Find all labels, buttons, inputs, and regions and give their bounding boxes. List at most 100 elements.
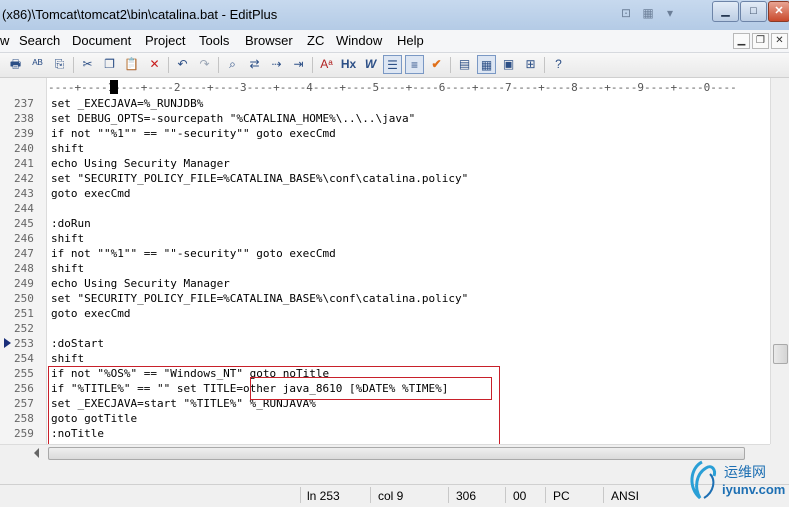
line-number: 250 bbox=[14, 292, 34, 305]
goto-line-icon[interactable]: ⇥ bbox=[289, 55, 308, 74]
code-line[interactable]: 242 set "SECURITY_POLICY_FILE=%CATALINA_B… bbox=[0, 171, 770, 186]
code-line[interactable]: 249 echo Using Security Manager bbox=[0, 276, 770, 291]
close-button[interactable]: ✕ bbox=[768, 1, 789, 22]
code-line[interactable]: 237 set _EXECJAVA=%_RUNJDB% bbox=[0, 96, 770, 111]
scroll-left-icon[interactable] bbox=[34, 448, 39, 458]
dropdown-icon[interactable]: ▾ bbox=[662, 6, 678, 20]
code-line[interactable]: 244 bbox=[0, 201, 770, 216]
ruler-cursor-marker bbox=[110, 80, 118, 94]
line-number: 238 bbox=[14, 112, 34, 125]
status-column: col 9 bbox=[378, 489, 404, 503]
line-number: 251 bbox=[14, 307, 34, 320]
menu-project[interactable]: Project bbox=[145, 33, 185, 48]
sort-icon[interactable]: ≡ bbox=[405, 55, 424, 74]
menu-search[interactable]: Search bbox=[19, 33, 60, 48]
browser-icon[interactable]: ▣ bbox=[499, 55, 518, 74]
bookmark-icon[interactable] bbox=[4, 338, 11, 348]
code-text: if "%TITLE%" == "" set TITLE=other java_… bbox=[51, 382, 449, 395]
line-number: 253 bbox=[14, 337, 34, 350]
paste-icon[interactable]: 📋 bbox=[122, 55, 141, 74]
font-icon[interactable]: Aᵃ bbox=[317, 55, 336, 74]
copy-icon[interactable]: ❐ bbox=[100, 55, 119, 74]
line-number: 255 bbox=[14, 367, 34, 380]
menu-window[interactable]: Window bbox=[336, 33, 382, 48]
cut-icon[interactable]: ✂ bbox=[78, 55, 97, 74]
grid-icon[interactable]: ▦ bbox=[640, 6, 656, 20]
replace-icon[interactable]: ⇄ bbox=[245, 55, 264, 74]
pin-icon[interactable]: ⊡ bbox=[618, 6, 634, 20]
line-number: 248 bbox=[14, 262, 34, 275]
code-line[interactable]: 247 if not ""%1"" == ""-security"" goto e… bbox=[0, 246, 770, 261]
menu-help[interactable]: Help bbox=[397, 33, 424, 48]
code-text: :doRun bbox=[51, 217, 91, 230]
code-text: echo Using Security Manager bbox=[51, 277, 230, 290]
code-line[interactable]: 239 if not ""%1"" == ""-security"" goto e… bbox=[0, 126, 770, 141]
hex-icon[interactable]: Hx bbox=[339, 55, 358, 74]
doc-close-button[interactable]: ✕ bbox=[771, 33, 788, 49]
code-line[interactable]: 238 set DEBUG_OPTS=-sourcepath "%CATALINA… bbox=[0, 111, 770, 126]
code-line[interactable]: 248 shift bbox=[0, 261, 770, 276]
code-line[interactable]: 256 if "%TITLE%" == "" set TITLE=other ja… bbox=[0, 381, 770, 396]
code-line[interactable]: 246 shift bbox=[0, 231, 770, 246]
line-number: 240 bbox=[14, 142, 34, 155]
code-line[interactable]: 243 goto execCmd bbox=[0, 186, 770, 201]
help-icon[interactable]: ? bbox=[549, 55, 568, 74]
watermark-text-cn: 运维网 bbox=[724, 464, 766, 480]
code-line[interactable]: 258 goto gotTitle bbox=[0, 411, 770, 426]
doc-restore-button[interactable]: ❐ bbox=[752, 33, 769, 49]
code-text: goto gotTitle bbox=[51, 412, 138, 425]
spellcheck-icon[interactable]: ᴬᴮ bbox=[28, 55, 47, 74]
line-number: 243 bbox=[14, 187, 34, 200]
check-icon[interactable]: ✔ bbox=[427, 55, 446, 74]
status-char-code: 00 bbox=[513, 489, 527, 503]
horizontal-scroll-thumb[interactable] bbox=[48, 447, 745, 460]
menu-browser[interactable]: Browser bbox=[245, 33, 293, 48]
code-line[interactable]: 259:noTitle bbox=[0, 426, 770, 441]
toolbar-separator bbox=[544, 57, 545, 73]
menu-document[interactable]: Document bbox=[72, 33, 131, 48]
code-line[interactable]: 253:doStart bbox=[0, 336, 770, 351]
code-text: set _EXECJAVA=%_RUNJDB% bbox=[51, 97, 204, 110]
word-wrap-icon[interactable]: W bbox=[361, 55, 380, 74]
swirl-icon bbox=[690, 460, 716, 500]
toggle-icon[interactable]: ⊞ bbox=[521, 55, 540, 74]
horizontal-scrollbar[interactable] bbox=[0, 444, 770, 461]
doc-minimize-button[interactable]: ▁ bbox=[733, 33, 750, 49]
code-line[interactable]: 245:doRun bbox=[0, 216, 770, 231]
minimize-button[interactable]: ▁ bbox=[712, 1, 739, 22]
line-number: 237 bbox=[14, 97, 34, 110]
code-line[interactable]: 257 set _EXECJAVA=start "%TITLE%" %_RUNJA… bbox=[0, 396, 770, 411]
menu-view[interactable]: w bbox=[0, 33, 9, 48]
code-line[interactable]: 255 if not "%OS%" == "Windows_NT" goto no… bbox=[0, 366, 770, 381]
watermark-logo: 运维网 iyunv.com bbox=[684, 458, 788, 502]
line-numbers-icon[interactable]: ☰ bbox=[383, 55, 402, 74]
code-line[interactable]: 241 echo Using Security Manager bbox=[0, 156, 770, 171]
menu-tools[interactable]: Tools bbox=[199, 33, 229, 48]
code-line[interactable]: 240 shift bbox=[0, 141, 770, 156]
status-separator bbox=[448, 487, 449, 503]
undo-icon[interactable]: ↶ bbox=[173, 55, 192, 74]
redo-icon[interactable]: ↷ bbox=[195, 55, 214, 74]
preview-icon[interactable]: ⎘ bbox=[50, 55, 69, 74]
find-icon[interactable]: ⌕ bbox=[223, 55, 242, 74]
ruler-icon[interactable]: ▤ bbox=[455, 55, 474, 74]
toolbar-separator bbox=[218, 57, 219, 73]
code-line[interactable]: 254 shift bbox=[0, 351, 770, 366]
vertical-scroll-thumb[interactable] bbox=[773, 344, 788, 364]
code-line[interactable]: 250 set "SECURITY_POLICY_FILE=%CATALINA_B… bbox=[0, 291, 770, 306]
delete-icon[interactable]: ✕ bbox=[145, 55, 164, 74]
status-line: ln 253 bbox=[307, 489, 340, 503]
code-line[interactable]: 252 bbox=[0, 321, 770, 336]
menu-zc[interactable]: ZC bbox=[307, 33, 324, 48]
editor[interactable]: ----+----1----+----2----+----3----+----4… bbox=[0, 78, 770, 445]
maximize-button[interactable]: □ bbox=[740, 1, 767, 22]
printer-icon[interactable]: 🖶 bbox=[6, 55, 25, 74]
vertical-scrollbar[interactable] bbox=[770, 78, 789, 444]
line-number: 258 bbox=[14, 412, 34, 425]
column-icon[interactable]: ▦ bbox=[477, 55, 496, 74]
line-number: 249 bbox=[14, 277, 34, 290]
code-line[interactable]: 251 goto execCmd bbox=[0, 306, 770, 321]
code-text: if not ""%1"" == ""-security"" goto exec… bbox=[51, 127, 336, 140]
find-next-icon[interactable]: ⇢ bbox=[267, 55, 286, 74]
code-text: if not "%OS%" == "Windows_NT" goto noTit… bbox=[51, 367, 330, 380]
